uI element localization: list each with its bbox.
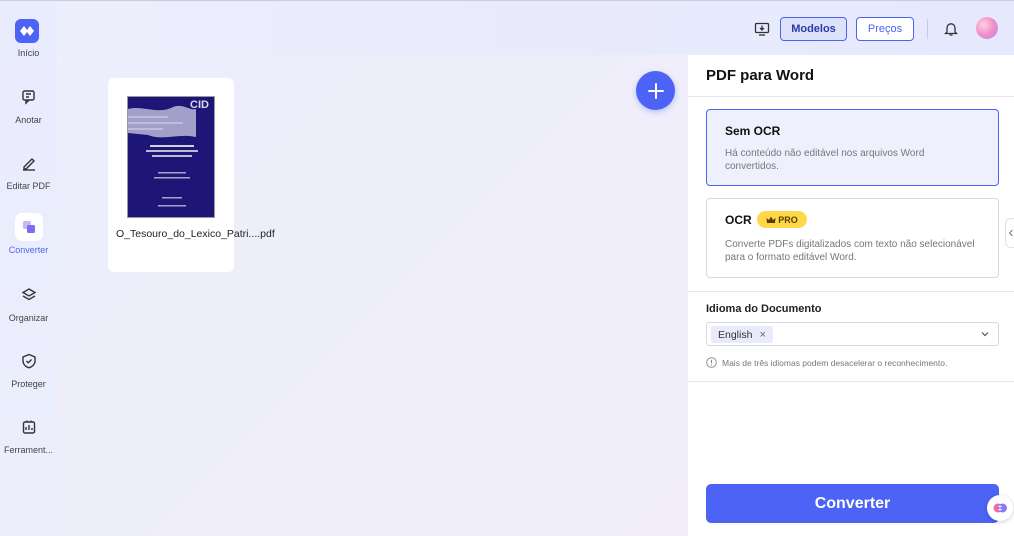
option-ocr[interactable]: OCR PRO Converte PDFs digitalizados com … — [706, 198, 999, 278]
info-icon — [706, 357, 717, 368]
add-file-button[interactable] — [636, 71, 675, 110]
tools-icon — [15, 413, 43, 441]
sidebar-item-label: Proteger — [11, 379, 46, 389]
remove-language-icon[interactable]: × — [759, 329, 765, 341]
divider — [688, 291, 1014, 292]
language-select[interactable]: English × — [706, 322, 999, 346]
sidebar-item-organizar[interactable]: Organizar — [0, 281, 57, 333]
modelos-button[interactable]: Modelos — [780, 17, 847, 41]
sidebar-item-label: Ferrament... — [3, 445, 53, 455]
sidebar-item-converter[interactable]: Converter — [0, 213, 57, 265]
option-title: Sem OCR — [725, 124, 781, 138]
plus-icon — [647, 82, 664, 99]
pro-badge-label: PRO — [778, 214, 798, 225]
convert-button[interactable]: Converter — [706, 484, 999, 523]
layers-icon — [15, 281, 43, 309]
divider — [688, 96, 1014, 97]
sidebar-item-ferramentas[interactable]: Ferrament... — [0, 413, 57, 465]
convert-icon — [14, 213, 43, 241]
annotate-icon — [15, 83, 43, 111]
collapse-panel-handle[interactable] — [1005, 218, 1014, 248]
pdf-thumbnail: CID — [127, 96, 215, 218]
option-description: Converte PDFs digitalizados com texto nã… — [725, 239, 975, 263]
sidebar-item-anotar[interactable]: Anotar — [0, 83, 57, 135]
divider — [688, 381, 1014, 382]
sidebar-item-label: Organizar — [8, 313, 49, 323]
option-title: OCR — [725, 213, 752, 227]
language-hint: Mais de três idiomas podem desacelerar o… — [706, 357, 947, 368]
language-chip-label: English — [718, 328, 753, 341]
workspace: CID O_Tesouro_do_Lexico_Patri....pdf — [57, 55, 688, 536]
file-card[interactable]: CID O_Tesouro_do_Lexico_Patri....pdf — [108, 78, 275, 272]
crown-icon — [766, 216, 776, 223]
language-label: Idioma do Documento — [706, 303, 822, 315]
top-bar: Modelos Preços — [57, 0, 1014, 55]
language-chip: English × — [711, 326, 773, 343]
edit-pen-icon — [15, 149, 43, 177]
shield-icon — [15, 347, 43, 375]
conversion-panel: PDF para Word Sem OCR Há conteúdo não ed… — [688, 55, 1014, 536]
sidebar-item-label: Editar PDF — [6, 181, 51, 191]
precos-button[interactable]: Preços — [856, 17, 914, 41]
sidebar-item-proteger[interactable]: Proteger — [0, 347, 57, 399]
panel-title: PDF para Word — [706, 67, 815, 84]
chevron-down-icon — [981, 332, 989, 337]
option-sem-ocr[interactable]: Sem OCR Há conteúdo não editável nos arq… — [706, 109, 999, 186]
download-desktop-icon[interactable] — [752, 19, 772, 39]
bell-icon[interactable] — [941, 19, 961, 39]
divider — [927, 19, 928, 39]
ai-assistant-icon[interactable] — [987, 495, 1013, 521]
sidebar-item-editar-pdf[interactable]: Editar PDF — [0, 149, 57, 201]
sidebar-item-label: Anotar — [15, 115, 42, 125]
app-logo-icon[interactable] — [15, 19, 39, 43]
file-name: O_Tesouro_do_Lexico_Patri....pdf — [116, 228, 275, 240]
hint-text: Mais de três idiomas podem desacelerar o… — [722, 357, 948, 368]
thumb-logo-text: CID — [190, 99, 209, 111]
option-description: Há conteúdo não editável nos arquivos Wo… — [725, 148, 925, 172]
pro-badge: PRO — [757, 211, 807, 228]
sidebar: Início Anotar Editar PDF Converter Organ… — [0, 0, 57, 536]
avatar[interactable] — [976, 17, 998, 39]
chevron-left-icon — [1008, 229, 1013, 237]
home-label[interactable]: Início — [0, 48, 57, 58]
sidebar-item-label: Converter — [8, 245, 49, 255]
